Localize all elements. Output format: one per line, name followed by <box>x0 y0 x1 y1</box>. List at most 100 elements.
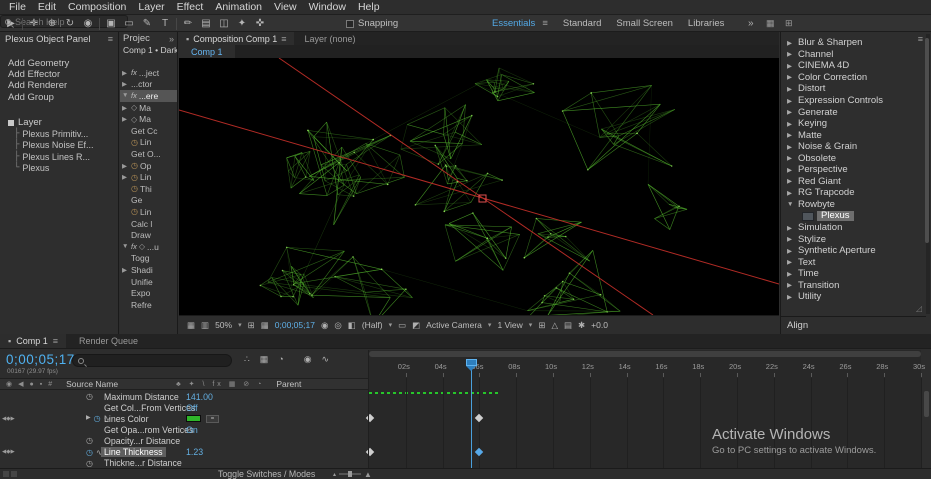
fast-previews-icon[interactable]: △ <box>551 320 558 331</box>
twirl-icon[interactable]: ▶ <box>122 266 129 274</box>
expander-icon[interactable]: ▶ <box>86 414 91 423</box>
tab-render-queue[interactable]: Render Queue <box>67 334 150 348</box>
stopwatch-icon[interactable]: ◷ <box>86 459 93 468</box>
tree-root-layer[interactable]: Layer <box>0 117 118 129</box>
hand-tool-icon[interactable]: ✛ <box>25 15 43 32</box>
stopwatch-icon[interactable]: ◷ <box>131 207 138 216</box>
hide-shy-layers-icon[interactable]: ◔ <box>278 354 283 365</box>
twirl-icon[interactable]: ▼ <box>122 92 129 99</box>
effects-category-generate[interactable]: ▶ Generate <box>781 106 926 118</box>
property-row[interactable]: ◷ Opacity...r Distance <box>0 435 368 446</box>
property-row[interactable]: Get Col...From Vertices Off <box>0 402 368 413</box>
resolution-caret-icon[interactable]: ▾ <box>389 321 393 329</box>
eraser-tool-icon[interactable]: ◫ <box>215 15 233 32</box>
effects-category-time[interactable]: ▶ Time <box>781 268 926 280</box>
workspace-essentials[interactable]: Essentials <box>492 18 535 29</box>
category-twirl-icon[interactable]: ▶ <box>787 97 795 105</box>
view-layout-value[interactable]: 1 View <box>497 320 522 330</box>
parent-column[interactable]: Parent <box>276 379 301 389</box>
current-timecode[interactable]: 0;00;05;17 <box>6 352 75 367</box>
effects-scrollbar[interactable] <box>925 34 930 314</box>
effects-category-color-correction[interactable]: ▶ Color Correction <box>781 72 926 84</box>
view-layout-caret-icon[interactable]: ▾ <box>529 321 533 329</box>
category-twirl-icon[interactable]: ▶ <box>787 62 795 70</box>
property-name[interactable]: Thickne...r Distance <box>104 458 182 468</box>
property-name[interactable]: Lines Color <box>104 414 149 424</box>
camera-caret-icon[interactable]: ▾ <box>488 321 492 329</box>
effect-control-row[interactable]: ▶ fx ...ject <box>120 67 177 79</box>
effect-control-row[interactable]: ◷ Thi <box>120 183 177 195</box>
twirl-icon[interactable]: ▶ <box>122 69 129 77</box>
effect-control-row[interactable]: ▶ ◷ Op <box>120 160 177 172</box>
viewer-tab-comp1[interactable]: Comp 1 <box>179 45 235 58</box>
property-name[interactable]: Get Opa...rom Vertices <box>104 425 193 435</box>
effect-control-row[interactable]: ◷ Lin <box>120 137 177 149</box>
category-twirl-icon[interactable]: ▶ <box>787 120 795 128</box>
exposure-icon[interactable]: ✱ <box>578 320 585 331</box>
effects-category-blur-sharpen[interactable]: ▶ Blur & Sharpen <box>781 37 926 49</box>
tab-layer-none[interactable]: Layer (none) <box>295 32 366 45</box>
category-twirl-icon[interactable]: ▶ <box>787 108 795 116</box>
always-preview-icon[interactable]: ▦ <box>187 320 195 331</box>
draft-3d-icon[interactable]: ▦ <box>260 354 269 365</box>
orbit-camera-tool-icon[interactable]: ↻ <box>61 15 79 32</box>
plexus-button-add-group[interactable]: Add Group <box>0 92 118 103</box>
effects-category-perspective[interactable]: ▶ Perspective <box>781 164 926 176</box>
pan-behind-tool-icon[interactable]: ▣ <box>102 15 120 32</box>
show-channels-icon[interactable]: ◧ <box>348 320 356 331</box>
tree-item[interactable]: └ Plexus <box>0 163 118 175</box>
effects-category-rg-trapcode[interactable]: ▶ RG Trapcode <box>781 187 926 199</box>
source-name-column[interactable]: Source Name <box>66 379 118 389</box>
category-twirl-icon[interactable]: ▼ <box>787 201 795 208</box>
timeline-lanes[interactable]: 02s 04s 06s 08s 10s 12s 14s 16s 18s 20s 22s 24s 26s 2… <box>366 350 925 468</box>
effects-category-simulation[interactable]: ▶ Simulation <box>781 222 926 234</box>
category-twirl-icon[interactable]: ▶ <box>787 247 795 255</box>
region-of-interest-icon[interactable]: ▭ <box>398 320 406 331</box>
effect-control-row[interactable]: Get O... <box>120 148 177 160</box>
property-row[interactable]: Get Opa...rom Vertices On <box>0 424 368 435</box>
workspace-libraries[interactable]: Libraries <box>688 18 724 29</box>
motion-blur-icon[interactable]: ◉ <box>304 354 312 365</box>
zoom-tool-icon[interactable]: ⊕ <box>43 15 61 32</box>
stopwatch-icon[interactable]: ◷ <box>86 436 93 445</box>
tab-composition-comp1[interactable]: ▪ Composition Comp 1 ≡ <box>179 32 294 45</box>
workspace-small-screen[interactable]: Small Screen <box>616 18 673 29</box>
effect-control-row[interactable]: Refre <box>120 299 177 311</box>
menu-item-view[interactable]: View <box>268 0 303 15</box>
category-twirl-icon[interactable]: ▶ <box>787 154 795 162</box>
stopwatch-icon[interactable]: ◷ <box>86 392 93 401</box>
exposure-value[interactable]: +0.0 <box>591 320 608 330</box>
category-twirl-icon[interactable]: ▶ <box>787 131 795 139</box>
timeline-zoom-slider[interactable]: ▴ ▲ <box>333 470 372 479</box>
property-value[interactable]: 141.00 <box>186 392 213 402</box>
effect-control-row[interactable]: ▼ fx ...ere <box>120 90 177 102</box>
menu-item-help[interactable]: Help <box>352 0 386 15</box>
effect-control-row[interactable]: Unifie <box>120 276 177 288</box>
shape-tool-icon[interactable]: ▭ <box>120 15 138 32</box>
stopwatch-icon[interactable]: ◷ <box>131 173 138 182</box>
effects-category-utility[interactable]: ▶ Utility <box>781 291 926 303</box>
category-twirl-icon[interactable]: ▶ <box>787 258 795 266</box>
pen-tool-icon[interactable]: ✎ <box>138 15 156 32</box>
effect-control-row[interactable]: ▼ fx ◇ ...u <box>120 241 177 253</box>
category-twirl-icon[interactable]: ▶ <box>787 281 795 289</box>
effect-control-row[interactable]: ▶ ◇ Ma <box>120 102 177 114</box>
property-name[interactable]: Maximum Distance <box>104 392 179 402</box>
category-twirl-icon[interactable]: ▶ <box>787 143 795 151</box>
keyframe-diamond[interactable] <box>475 414 484 423</box>
effects-category-cinema-4d[interactable]: ▶ CINEMA 4D <box>781 60 926 72</box>
property-row[interactable]: ◀◆▶ ◷ ∿ Line Thickness 1.23 <box>0 447 368 458</box>
panel-expand-icon[interactable]: » <box>169 34 174 44</box>
twirl-icon[interactable]: ▶ <box>122 104 129 112</box>
twirl-icon[interactable]: ▼ <box>122 243 129 250</box>
stopwatch-icon[interactable]: ◷ <box>131 161 138 170</box>
brush-tool-icon[interactable]: ✏ <box>179 15 197 32</box>
property-row[interactable]: ◷ Maximum Distance 141.00 <box>0 391 368 402</box>
category-twirl-icon[interactable]: ▶ <box>787 39 795 47</box>
menu-item-composition[interactable]: Composition <box>62 0 132 15</box>
clone-stamp-tool-icon[interactable]: ▤ <box>197 15 215 32</box>
transparency-grid-icon[interactable]: ◩ <box>412 320 420 331</box>
effect-control-row[interactable]: ▶ ◇ Ma <box>120 113 177 125</box>
effect-control-row[interactable]: Expo <box>120 287 177 299</box>
category-twirl-icon[interactable]: ▶ <box>787 189 795 197</box>
